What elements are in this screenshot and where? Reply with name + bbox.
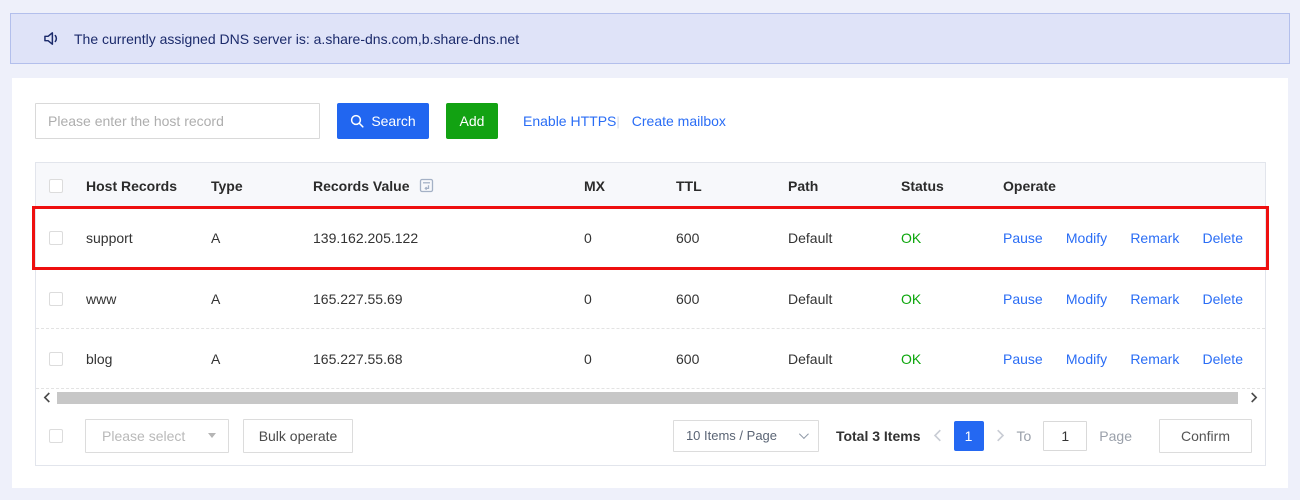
add-button[interactable]: Add <box>446 103 498 139</box>
mx-cell: 0 <box>584 351 676 367</box>
type-cell: A <box>211 230 313 246</box>
enable-https-link[interactable]: Enable HTTPS <box>523 113 616 129</box>
link-separator: | <box>616 114 619 129</box>
delete-link[interactable]: Delete <box>1203 291 1243 307</box>
pause-link[interactable]: Pause <box>1003 351 1043 367</box>
total-items-text: Total 3 Items <box>836 428 921 444</box>
items-per-page-value: 10 Items / Page <box>686 428 777 443</box>
create-mailbox-link[interactable]: Create mailbox <box>632 113 726 129</box>
dns-server-banner: The currently assigned DNS server is: a.… <box>10 13 1290 64</box>
path-cell: Default <box>788 230 901 246</box>
pause-link[interactable]: Pause <box>1003 291 1043 307</box>
path-cell: Default <box>788 291 901 307</box>
col-header-type: Type <box>211 178 313 194</box>
toolbar: Search Add Enable HTTPS | Create mailbox <box>35 103 1266 139</box>
row-checkbox[interactable] <box>49 292 63 306</box>
banner-message: The currently assigned DNS server is: a.… <box>74 31 519 47</box>
col-header-operate: Operate <box>1001 178 1265 194</box>
prev-page-arrow-icon[interactable] <box>933 429 942 442</box>
type-cell: A <box>211 291 313 307</box>
scroll-right-arrow-icon[interactable] <box>1246 390 1262 406</box>
records-card: Search Add Enable HTTPS | Create mailbox… <box>12 78 1288 488</box>
path-cell: Default <box>788 351 901 367</box>
bulk-action-select-value: Please select <box>102 428 185 444</box>
caret-down-icon <box>208 433 216 438</box>
bulk-operate-button[interactable]: Bulk operate <box>243 419 353 453</box>
records-value-cell: 165.227.55.68 <box>313 351 584 367</box>
status-cell: OK <box>901 230 1001 246</box>
ttl-cell: 600 <box>676 291 788 307</box>
search-button-label: Search <box>371 113 415 129</box>
records-table: Host Records Type Records Value MX TTL P… <box>35 162 1266 466</box>
search-button[interactable]: Search <box>337 103 429 139</box>
goto-prefix-label: To <box>1017 428 1032 444</box>
scroll-left-arrow-icon[interactable] <box>39 390 55 406</box>
goto-suffix-label: Page <box>1099 428 1132 444</box>
col-header-mx: MX <box>584 178 676 194</box>
row-checkbox[interactable] <box>49 231 63 245</box>
table-footer: Please select Bulk operate 10 Items / Pa… <box>36 406 1265 465</box>
footer-select-all-checkbox[interactable] <box>49 429 63 443</box>
modify-link[interactable]: Modify <box>1066 291 1107 307</box>
dns-console-page: The currently assigned DNS server is: a.… <box>0 0 1300 500</box>
table-row-support: support A 139.162.205.122 0 600 Default … <box>36 208 1265 268</box>
ttl-cell: 600 <box>676 230 788 246</box>
table-row-blog: blog A 165.227.55.68 0 600 Default OK Pa… <box>36 328 1265 388</box>
delete-link[interactable]: Delete <box>1203 351 1243 367</box>
modify-link[interactable]: Modify <box>1066 351 1107 367</box>
host-record-search-input[interactable] <box>35 103 320 139</box>
select-all-checkbox[interactable] <box>49 179 63 193</box>
goto-page-input[interactable] <box>1043 421 1087 451</box>
status-cell: OK <box>901 291 1001 307</box>
ttl-cell: 600 <box>676 351 788 367</box>
current-page-button[interactable]: 1 <box>954 421 984 451</box>
mx-cell: 0 <box>584 291 676 307</box>
bulk-action-select[interactable]: Please select <box>85 419 229 453</box>
modify-link[interactable]: Modify <box>1066 230 1107 246</box>
remark-link[interactable]: Remark <box>1130 291 1179 307</box>
col-header-path: Path <box>788 178 901 194</box>
host-record-cell: www <box>86 291 211 307</box>
remark-link[interactable]: Remark <box>1130 230 1179 246</box>
host-record-cell: blog <box>86 351 211 367</box>
host-record-cell: support <box>86 230 211 246</box>
remark-link[interactable]: Remark <box>1130 351 1179 367</box>
table-row-www: www A 165.227.55.69 0 600 Default OK Pau… <box>36 268 1265 328</box>
col-header-ttl: TTL <box>676 178 788 194</box>
scrollbar-track[interactable] <box>56 392 1245 404</box>
search-icon <box>350 114 364 128</box>
col-header-host-records: Host Records <box>86 178 211 194</box>
records-value-cell: 165.227.55.69 <box>313 291 584 307</box>
mx-cell: 0 <box>584 230 676 246</box>
horizontal-scrollbar <box>36 388 1265 406</box>
confirm-button[interactable]: Confirm <box>1159 419 1252 453</box>
table-header-row: Host Records Type Records Value MX TTL P… <box>36 163 1265 208</box>
speaker-icon <box>41 28 62 49</box>
display-toggle-icon[interactable] <box>419 178 434 193</box>
scrollbar-thumb[interactable] <box>57 392 1238 404</box>
records-value-cell: 139.162.205.122 <box>313 230 584 246</box>
type-cell: A <box>211 351 313 367</box>
items-per-page-select[interactable]: 10 Items / Page <box>673 420 819 452</box>
pause-link[interactable]: Pause <box>1003 230 1043 246</box>
status-cell: OK <box>901 351 1001 367</box>
chevron-down-icon <box>799 429 809 439</box>
col-header-records-value: Records Value <box>313 178 410 194</box>
row-checkbox[interactable] <box>49 352 63 366</box>
delete-link[interactable]: Delete <box>1203 230 1243 246</box>
next-page-arrow-icon[interactable] <box>996 429 1005 442</box>
col-header-status: Status <box>901 178 1001 194</box>
